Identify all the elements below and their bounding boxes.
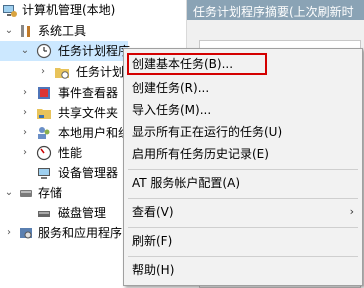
chevron-down-icon[interactable]: ⌄ bbox=[20, 45, 30, 57]
menu-item-enable-history[interactable]: 启用所有任务历史记录(E) bbox=[124, 143, 362, 165]
menu-item-label: 创建基本任务(B)... bbox=[132, 57, 234, 71]
tree-label: 系统工具 bbox=[38, 24, 87, 38]
menu-item-at-service-config[interactable]: AT 服务帐户配置(A) bbox=[124, 172, 362, 194]
menu-separator bbox=[128, 169, 358, 170]
computer-management-icon bbox=[3, 5, 17, 17]
event-viewer-icon bbox=[38, 87, 50, 99]
tree-label: 计算机管理(本地) bbox=[22, 3, 116, 17]
disk-icon bbox=[38, 211, 50, 217]
menu-item-label: 创建任务(R)... bbox=[132, 81, 210, 95]
menu-item-show-running-tasks[interactable]: 显示所有正在运行的任务(U) bbox=[124, 121, 362, 143]
summary-header: 任务计划程序摘要(上次刷新时 bbox=[187, 0, 364, 20]
users-icon bbox=[38, 127, 50, 139]
folder-clock-icon bbox=[55, 68, 69, 79]
chevron-down-icon[interactable]: ⌄ bbox=[4, 187, 14, 199]
menu-item-create-task[interactable]: 创建任务(R)... bbox=[124, 77, 362, 99]
clock-icon bbox=[36, 43, 52, 59]
menu-item-label: 显示所有正在运行的任务(U) bbox=[132, 125, 283, 139]
tree-label: 事件查看器 bbox=[58, 86, 119, 100]
chevron-down-icon[interactable]: ⌄ bbox=[4, 25, 14, 37]
menu-item-create-basic-task[interactable]: 创建基本任务(B)... bbox=[127, 53, 267, 75]
menu-item-label: 帮助(H) bbox=[132, 263, 175, 277]
chevron-right-icon[interactable]: › bbox=[4, 227, 14, 239]
menu-separator bbox=[128, 256, 358, 257]
menu-separator bbox=[128, 198, 358, 199]
device-manager-icon bbox=[38, 168, 50, 179]
context-menu: 创建基本任务(B)... 创建任务(R)... 导入任务(M)... 显示所有正… bbox=[123, 48, 363, 286]
tree-label: 服务和应用程序 bbox=[38, 226, 123, 240]
menu-item-label: 导入任务(M)... bbox=[132, 103, 212, 117]
storage-icon bbox=[20, 190, 32, 197]
chevron-right-icon[interactable]: › bbox=[20, 87, 30, 99]
tree-label: 设备管理器 bbox=[58, 166, 119, 180]
summary-header-title: 任务计划程序摘要(上次刷新时 bbox=[193, 5, 354, 19]
menu-item-view[interactable]: 查看(V) › bbox=[124, 201, 362, 223]
tree-label: 存储 bbox=[38, 186, 63, 200]
chevron-right-icon[interactable]: › bbox=[20, 107, 30, 119]
menu-item-label: 刷新(F) bbox=[132, 234, 173, 248]
menu-item-label: 启用所有任务历史记录(E) bbox=[132, 147, 269, 161]
menu-item-refresh[interactable]: 刷新(F) bbox=[124, 230, 362, 252]
menu-separator bbox=[128, 227, 358, 228]
tree-label: 共享文件夹 bbox=[58, 106, 119, 120]
menu-item-import-task[interactable]: 导入任务(M)... bbox=[124, 99, 362, 121]
menu-item-help[interactable]: 帮助(H) bbox=[124, 259, 362, 281]
tree-label: 任务计划 bbox=[76, 65, 125, 79]
services-icon bbox=[20, 228, 32, 239]
tree-label: 本地用户和组 bbox=[58, 126, 131, 140]
shared-folder-icon bbox=[37, 109, 51, 119]
tree-label: 磁盘管理 bbox=[58, 206, 107, 220]
submenu-arrow-icon: › bbox=[349, 205, 354, 218]
menu-item-label: AT 服务帐户配置(A) bbox=[132, 176, 240, 190]
chevron-right-icon[interactable]: › bbox=[38, 66, 48, 78]
performance-icon bbox=[36, 145, 52, 161]
tree-label: 任务计划程序 bbox=[58, 44, 131, 58]
tree-label: 性能 bbox=[58, 146, 83, 160]
chevron-right-icon[interactable]: › bbox=[20, 147, 30, 159]
menu-item-label: 查看(V) bbox=[132, 205, 174, 219]
chevron-right-icon[interactable]: › bbox=[20, 127, 30, 139]
tools-icon bbox=[21, 25, 30, 37]
tree-item-task-scheduler[interactable]: ⌄ 任务计划程序 bbox=[0, 41, 131, 61]
tree-item-computer-management[interactable]: 计算机管理(本地) bbox=[0, 0, 186, 20]
tree-item-system-tools[interactable]: ⌄ 系统工具 bbox=[0, 21, 186, 41]
